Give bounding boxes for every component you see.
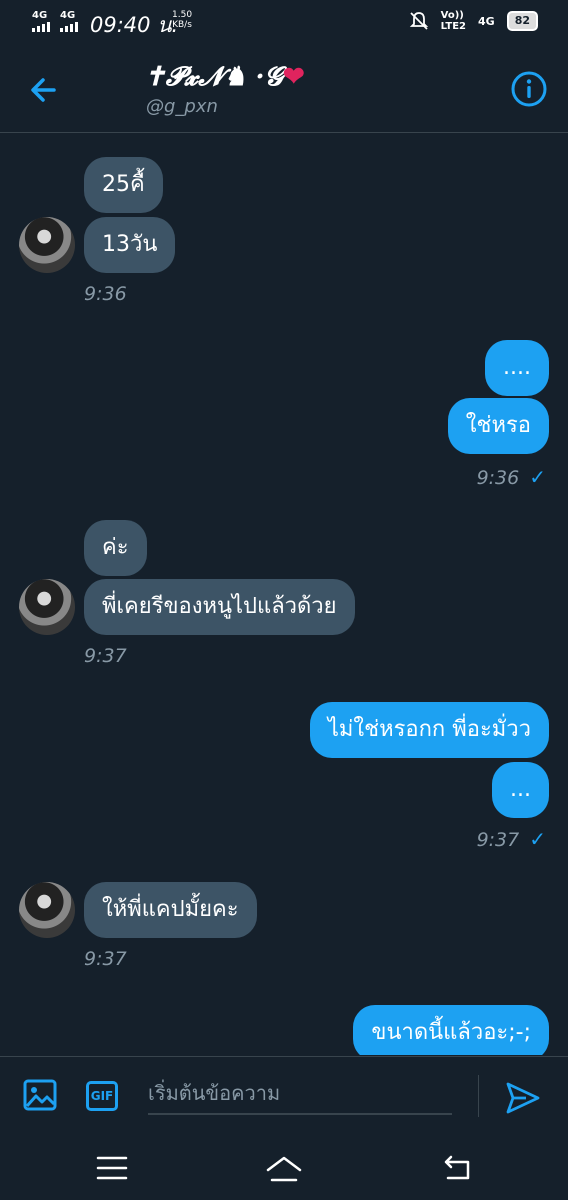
conversation-header: ✝𝓟𝔁𝓝♞ ·𝓖❤ @g_pxn	[0, 46, 568, 133]
message-list[interactable]: 25คื้ 13วัน 9:36 .... ใช่หรอ 9:36 ✓ ค่ะ พ…	[0, 133, 568, 1055]
avatar[interactable]	[19, 882, 75, 938]
mute-bell-icon	[409, 12, 428, 30]
message-time: 9:37	[84, 645, 127, 667]
menu-icon[interactable]	[92, 1150, 132, 1186]
incoming-message[interactable]: 25คื้	[84, 157, 163, 213]
incoming-message[interactable]: ค่ะ	[84, 520, 147, 576]
message-time: 9:37	[84, 948, 127, 970]
network-label: 4G	[478, 14, 495, 28]
message-input[interactable]	[148, 1073, 452, 1115]
volte-label: Vo)) LTE2	[440, 10, 466, 32]
image-icon[interactable]	[22, 1077, 58, 1113]
message-composer: GIF	[0, 1056, 568, 1137]
divider	[478, 1075, 479, 1117]
system-navigation-bar	[0, 1136, 568, 1200]
send-icon[interactable]	[504, 1079, 542, 1117]
battery-icon: 82	[506, 11, 538, 31]
outgoing-message[interactable]: ...	[492, 762, 549, 818]
contact-handle: @g_pxn	[146, 96, 218, 117]
signal-icon	[60, 22, 78, 32]
gif-button[interactable]: GIF	[86, 1081, 118, 1111]
status-right: Vo)) LTE2 4G 82	[409, 10, 538, 32]
back-nav-icon[interactable]	[436, 1150, 476, 1186]
message-time-sent: 9:36 ✓	[476, 465, 546, 489]
network-speed: 1.50 KB/s	[172, 10, 193, 30]
incoming-message[interactable]: พี่เคยรีของหนูไปแล้วด้วย	[84, 579, 355, 635]
avatar[interactable]	[19, 217, 75, 273]
outgoing-message[interactable]: ....	[485, 340, 549, 396]
info-icon[interactable]	[510, 70, 548, 108]
signal-label-1: 4G	[32, 10, 48, 21]
contact-name[interactable]: ✝𝓟𝔁𝓝♞ ·𝓖❤	[144, 62, 305, 93]
status-bar: 4G 4G 09:40 น. 1.50 KB/s Vo)) LTE2 4G 82	[0, 0, 568, 46]
home-icon[interactable]	[264, 1150, 304, 1186]
sent-check-icon: ✓	[529, 827, 546, 851]
heart-icon: ❤	[282, 62, 305, 92]
signal-label-2: 4G	[60, 10, 76, 21]
outgoing-message[interactable]: ใช่หรอ	[447, 398, 549, 454]
sent-check-icon: ✓	[529, 465, 546, 489]
outgoing-message[interactable]: ขนาดนี้แล้วอะ;-;	[353, 1005, 549, 1055]
avatar[interactable]	[19, 579, 75, 635]
signal-icon	[32, 22, 50, 32]
incoming-message[interactable]: ให้พี่แคปมั้ยคะ	[84, 882, 257, 938]
outgoing-message[interactable]: ไม่ใช่หรอกก พี่อะมั่วว	[309, 702, 549, 758]
incoming-message[interactable]: 13วัน	[84, 217, 176, 273]
back-arrow-icon[interactable]	[24, 70, 64, 110]
contact-name-text: ✝𝓟𝔁𝓝♞ ·𝓖	[144, 62, 283, 92]
clock: 09:40 น.	[90, 13, 179, 37]
message-time-sent: 9:37 ✓	[476, 827, 546, 851]
message-time: 9:36	[84, 283, 127, 305]
